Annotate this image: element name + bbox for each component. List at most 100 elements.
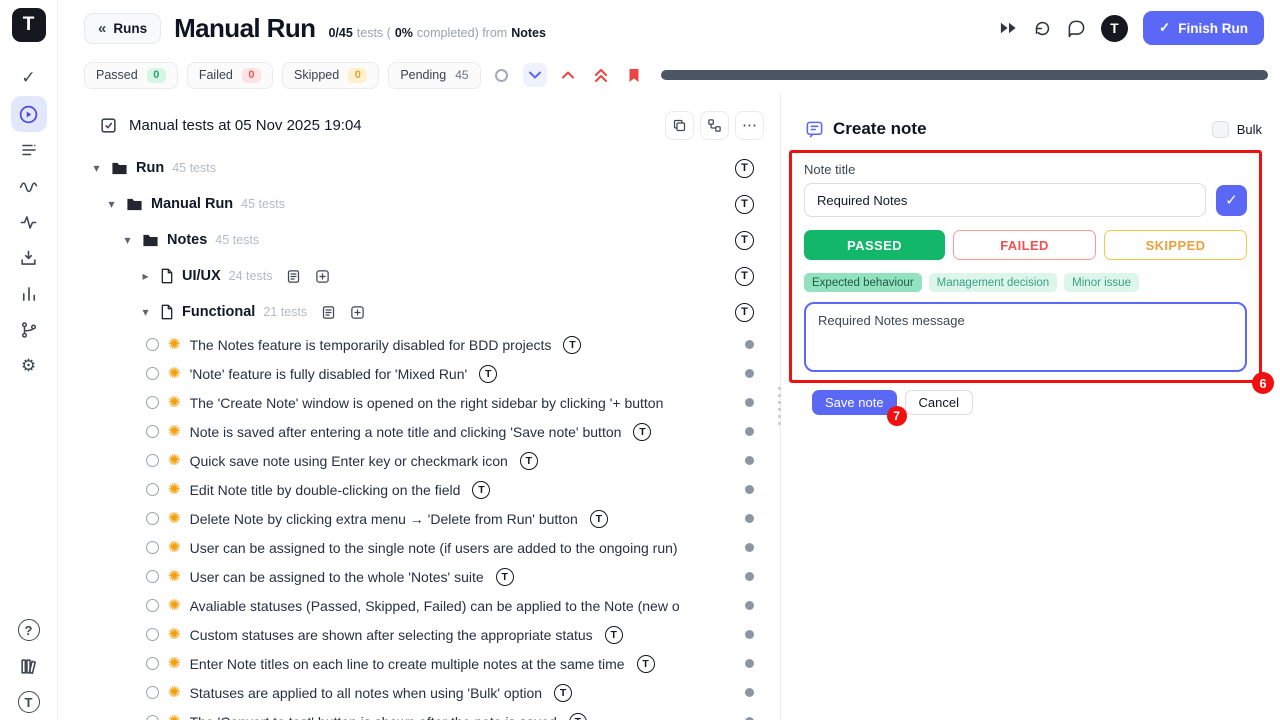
testomat-run-icon[interactable]: T xyxy=(590,510,608,528)
test-row[interactable]: ✺ Quick save note using Enter key or che… xyxy=(58,446,780,475)
testomat-run-icon[interactable]: T xyxy=(735,231,754,250)
finish-run-button[interactable]: ✓ Finish Run xyxy=(1143,11,1264,45)
test-row[interactable]: ✺ The 'Create Note' window is opened on … xyxy=(58,388,780,417)
test-title[interactable]: Enter Note titles on each line to create… xyxy=(190,656,625,672)
testomat-run-icon[interactable]: T xyxy=(735,267,754,286)
suite-add-icon[interactable] xyxy=(350,305,365,320)
docs-icon[interactable] xyxy=(11,648,47,684)
test-row[interactable]: ✺ Avaliable statuses (Passed, Skipped, F… xyxy=(58,591,780,620)
chevron-right-icon[interactable]: ▸ xyxy=(139,269,152,283)
filter-passed-button[interactable]: Passed 0 xyxy=(84,62,178,89)
tree-suite-uiux[interactable]: ▸ UI/UX 24 tests T xyxy=(58,258,780,294)
note-message-textarea[interactable]: Required Notes message xyxy=(804,302,1247,372)
bulk-toggle[interactable]: Bulk xyxy=(1212,121,1262,138)
tree-folder-notes[interactable]: ▾ Notes 45 tests T xyxy=(58,222,780,258)
test-title[interactable]: Quick save note using Enter key or check… xyxy=(190,453,508,469)
testomat-run-icon[interactable]: T xyxy=(479,365,497,383)
test-row[interactable]: ✺ The Notes feature is temporarily disab… xyxy=(58,330,780,359)
tag-expected-behaviour[interactable]: Expected behaviour xyxy=(804,273,922,292)
chevron-down-icon[interactable]: ▾ xyxy=(139,305,152,319)
test-status-radio[interactable] xyxy=(146,686,159,699)
test-status-radio[interactable] xyxy=(146,483,159,496)
tag-minor-issue[interactable]: Minor issue xyxy=(1064,273,1139,292)
fast-forward-icon[interactable] xyxy=(999,21,1018,35)
cancel-button[interactable]: Cancel xyxy=(905,390,973,415)
test-status-radio[interactable] xyxy=(146,541,159,554)
filter-failed-button[interactable]: Failed 0 xyxy=(187,62,273,89)
suite-notes-icon[interactable] xyxy=(321,305,336,320)
test-row[interactable]: ✺ User can be assigned to the single not… xyxy=(58,533,780,562)
testomat-run-icon[interactable]: T xyxy=(637,655,655,673)
test-status-radio[interactable] xyxy=(146,628,159,641)
testomat-run-icon[interactable]: T xyxy=(496,568,514,586)
suite-add-icon[interactable] xyxy=(315,269,330,284)
test-status-radio[interactable] xyxy=(146,657,159,670)
testomat-run-icon[interactable]: T xyxy=(472,481,490,499)
chevron-down-nav-icon[interactable] xyxy=(523,63,547,87)
more-options-button[interactable]: ⋯ xyxy=(735,111,764,140)
test-row[interactable]: ✺ Statuses are applied to all notes when… xyxy=(58,678,780,707)
test-row[interactable]: ✺ Enter Note titles on each line to crea… xyxy=(58,649,780,678)
testomat-run-icon[interactable]: T xyxy=(563,336,581,354)
suite-notes-icon[interactable] xyxy=(286,269,301,284)
save-note-button[interactable]: Save note 7 xyxy=(812,390,897,415)
suite-name[interactable]: UI/UX xyxy=(182,268,221,284)
help-icon[interactable]: ? xyxy=(11,612,47,648)
inbox-icon[interactable] xyxy=(11,240,47,276)
chevron-down-icon[interactable]: ▾ xyxy=(121,233,134,247)
test-status-radio[interactable] xyxy=(146,367,159,380)
filter-skipped-button[interactable]: Skipped 0 xyxy=(282,62,379,89)
status-circle-icon[interactable] xyxy=(490,63,514,87)
test-title[interactable]: Note is saved after entering a note titl… xyxy=(190,424,622,440)
double-chevron-up-icon[interactable] xyxy=(589,63,613,87)
chevron-up-nav-icon[interactable] xyxy=(556,63,580,87)
test-row[interactable]: ✺ Custom statuses are shown after select… xyxy=(58,620,780,649)
history-restart-icon[interactable] xyxy=(1033,19,1052,38)
test-status-radio[interactable] xyxy=(146,512,159,525)
test-title[interactable]: Edit Note title by double-clicking on th… xyxy=(190,482,461,498)
filter-pending-button[interactable]: Pending 45 xyxy=(388,62,480,89)
skipped-status-button[interactable]: SKIPPED xyxy=(1104,230,1247,260)
suite-name[interactable]: Functional xyxy=(182,304,255,320)
test-row[interactable]: ✺ 'Note' feature is fully disabled for '… xyxy=(58,359,780,388)
test-title[interactable]: Avaliable statuses (Passed, Skipped, Fai… xyxy=(190,598,680,614)
test-title[interactable]: Custom statuses are shown after selectin… xyxy=(190,627,593,643)
test-title[interactable]: Statuses are applied to all notes when u… xyxy=(190,685,542,701)
tag-management-decision[interactable]: Management decision xyxy=(929,273,1058,292)
failed-status-button[interactable]: FAILED xyxy=(953,230,1096,260)
tree-suite-functional[interactable]: ▾ Functional 21 tests xyxy=(58,294,780,330)
test-title[interactable]: User can be assigned to the whole 'Notes… xyxy=(190,569,484,585)
testomat-run-icon[interactable]: T xyxy=(554,684,572,702)
comment-icon[interactable] xyxy=(1067,19,1086,38)
test-title[interactable]: The 'Create Note' window is opened on th… xyxy=(190,395,664,411)
folder-name[interactable]: Manual Run xyxy=(151,196,233,212)
test-row[interactable]: ✺ The 'Convert to test' button is shown … xyxy=(58,707,780,720)
back-to-runs-button[interactable]: « Runs xyxy=(84,13,161,44)
testomat-run-icon[interactable]: T xyxy=(735,159,754,178)
testomat-run-icon[interactable]: T xyxy=(569,713,587,720)
test-title[interactable]: The 'Convert to test' button is shown af… xyxy=(190,714,557,720)
test-title[interactable]: 'Note' feature is fully disabled for 'Mi… xyxy=(190,366,468,382)
test-row[interactable]: ✺ Delete Note by clicking extra menu → '… xyxy=(58,504,780,533)
test-status-radio[interactable] xyxy=(146,425,159,438)
list-icon[interactable] xyxy=(11,132,47,168)
quick-save-check-button[interactable]: ✓ xyxy=(1216,185,1247,216)
test-status-radio[interactable] xyxy=(146,338,159,351)
test-status-radio[interactable] xyxy=(146,715,159,720)
folder-name[interactable]: Run xyxy=(136,160,164,176)
testomat-run-icon[interactable]: T xyxy=(520,452,538,470)
bookmark-icon[interactable] xyxy=(622,63,646,87)
test-row[interactable]: ✺ User can be assigned to the whole 'Not… xyxy=(58,562,780,591)
tests-check-icon[interactable]: ✓ xyxy=(11,60,47,96)
branch-icon[interactable] xyxy=(11,312,47,348)
test-status-radio[interactable] xyxy=(146,599,159,612)
test-status-radio[interactable] xyxy=(146,396,159,409)
chevron-down-icon[interactable]: ▾ xyxy=(90,161,103,175)
pulse-icon[interactable] xyxy=(11,204,47,240)
testomat-run-icon[interactable]: T xyxy=(735,195,754,214)
hierarchy-icon[interactable] xyxy=(700,111,729,140)
logo-bottom-icon[interactable]: T xyxy=(11,684,47,720)
bulk-checkbox[interactable] xyxy=(1212,121,1229,138)
chevron-down-icon[interactable]: ▾ xyxy=(105,197,118,211)
panel-resize-handle[interactable] xyxy=(778,387,781,425)
